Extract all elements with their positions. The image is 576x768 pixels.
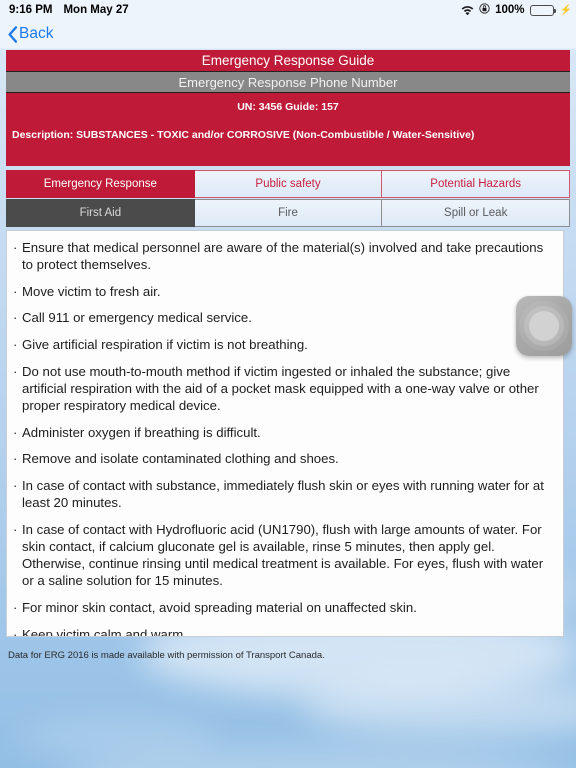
first-aid-content-panel[interactable]: · Ensure that medical personnel are aware… [6, 230, 564, 637]
tab-primary-public-safety[interactable]: Public safety [194, 170, 383, 198]
list-item-text: In case of contact with substance, immed… [22, 478, 544, 511]
bullet-marker-icon: · [13, 310, 18, 326]
tab-label: First Aid [79, 207, 122, 219]
tab-label: Emergency Response [43, 178, 157, 190]
list-item: · In case of contact with substance, imme… [13, 477, 553, 511]
list-item-text: Remove and isolate contaminated clothing… [22, 451, 339, 467]
assistive-touch-button[interactable] [516, 296, 572, 356]
tab-label: Fire [278, 207, 298, 219]
bullet-marker-icon: · [13, 283, 18, 299]
navigation-bar: Back [0, 20, 576, 48]
list-item-text: Do not use mouth-to-mouth method if vict… [22, 363, 539, 414]
bullet-list: · Ensure that medical personnel are aware… [7, 231, 563, 637]
emergency-phone-button[interactable]: Emergency Response Phone Number [6, 71, 570, 93]
cloud-wisp [20, 718, 220, 758]
list-item-text: In case of contact with Hydrofluoric aci… [22, 521, 544, 589]
data-credit-text: Data for ERG 2016 is made available with… [8, 650, 325, 661]
tab-secondary-fire[interactable]: Fire [194, 199, 383, 227]
un-guide-number: UN: 3456 Guide: 157 [237, 101, 339, 113]
list-item-text: Call 911 or emergency medical service. [22, 310, 252, 326]
list-item: · Ensure that medical personnel are aware… [13, 239, 553, 273]
list-item-text: Move victim to fresh air. [22, 283, 161, 299]
list-item: · For minor skin contact, avoid spreading… [13, 599, 553, 616]
clock: 9:16 PM [9, 4, 53, 16]
back-button[interactable]: Back [0, 25, 53, 43]
guide-header-card: Emergency Response Guide Emergency Respo… [6, 50, 570, 166]
tab-label: Potential Hazards [430, 178, 522, 190]
back-button-label: Back [19, 25, 54, 42]
tab-primary-potential-hazards[interactable]: Potential Hazards [382, 170, 571, 198]
list-item-text: Ensure that medical personnel are aware … [22, 240, 544, 273]
tab-label: Public safety [255, 178, 321, 190]
rotation-lock-icon [479, 3, 490, 17]
date-label: Mon May 27 [63, 4, 129, 16]
bullet-marker-icon: · [13, 337, 18, 353]
guide-title: Emergency Response Guide [201, 53, 375, 68]
substance-description: Description: SUBSTANCES - TOXIC and/or C… [12, 129, 475, 141]
bullet-marker-icon: · [13, 424, 18, 440]
tab-secondary-spill-or-leak[interactable]: Spill or Leak [382, 199, 571, 227]
tab-secondary-first-aid[interactable]: First Aid [6, 199, 195, 227]
status-bar: 9:16 PM Mon May 27 100% ⚡ [0, 0, 576, 20]
list-item: · Remove and isolate contaminated clothin… [13, 450, 553, 467]
status-bar-right: 100% ⚡ [461, 3, 576, 17]
list-item-text: Keep victim calm and warm. [22, 626, 187, 637]
list-item: · Call 911 or emergency medical service. [13, 309, 553, 326]
bullet-marker-icon: · [13, 478, 18, 494]
bullet-marker-icon: · [13, 451, 18, 467]
list-item: · Do not use mouth-to-mouth method if vic… [13, 363, 553, 414]
primary-tab-row: Emergency Response Public safety Potential… [6, 170, 571, 198]
chevron-left-icon [8, 26, 17, 43]
tab-primary-emergency-response[interactable]: Emergency Response [6, 170, 195, 198]
bullet-marker-icon: · [13, 240, 18, 255]
charging-bolt-icon: ⚡ [559, 4, 572, 16]
cloud-wisp [300, 678, 576, 738]
list-item: · Keep victim calm and warm. [13, 626, 553, 637]
list-item: · In case of contact with Hydrofluoric ac… [13, 521, 553, 590]
wifi-icon [461, 5, 474, 16]
bullet-marker-icon: · [13, 626, 18, 637]
tab-label: Spill or Leak [444, 207, 508, 219]
battery-percent: 100% [495, 4, 525, 16]
list-item: · Administer oxygen if breathing is diffi… [13, 424, 553, 441]
battery-full-icon [529, 4, 556, 16]
assistive-touch-ring [529, 311, 559, 341]
secondary-tab-row: First Aid Fire Spill or Leak [6, 199, 571, 227]
bullet-marker-icon: · [13, 521, 18, 537]
bullet-marker-icon: · [13, 600, 18, 615]
status-bar-left: 9:16 PM Mon May 27 [0, 4, 129, 16]
list-item: · Give artificial respiration if victim i… [13, 336, 553, 353]
list-item-text: Administer oxygen if breathing is diffic… [22, 424, 261, 440]
bullet-marker-icon: · [13, 363, 18, 379]
list-item-text: Give artificial respiration if victim is… [22, 337, 308, 353]
list-item: · Move victim to fresh air. [13, 283, 553, 300]
list-item-text: For minor skin contact, avoid spreading … [22, 600, 417, 615]
